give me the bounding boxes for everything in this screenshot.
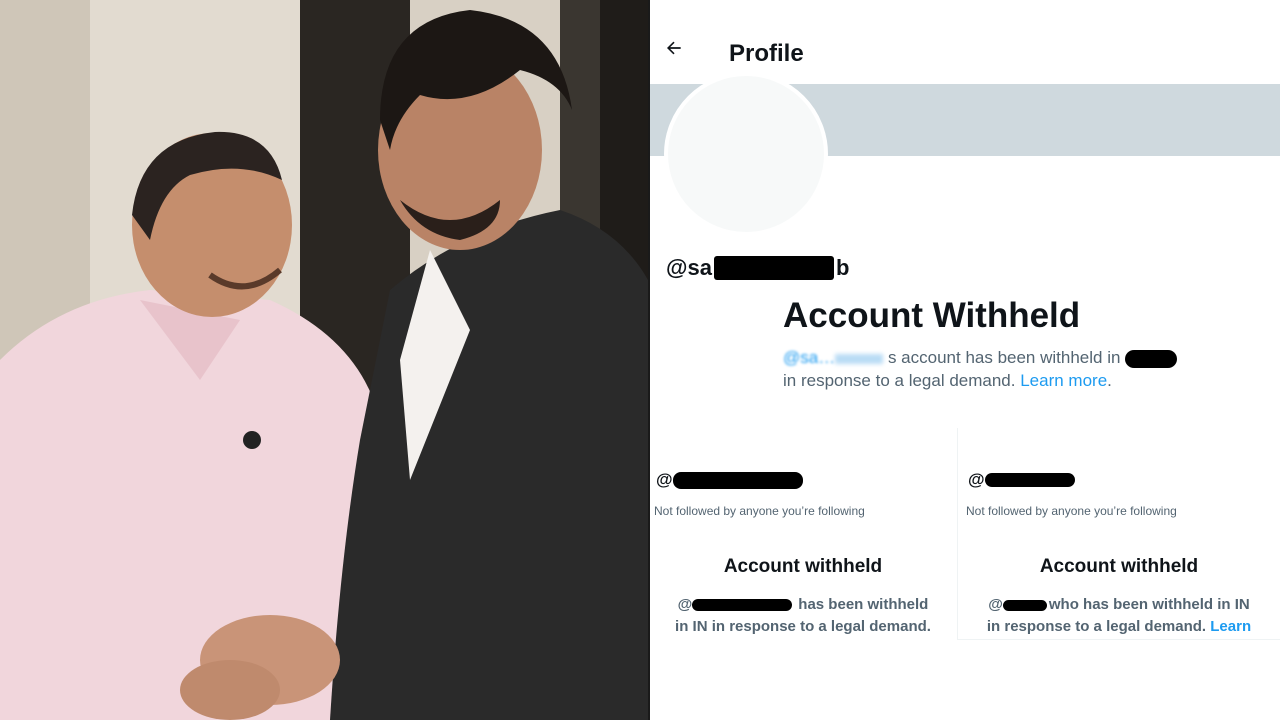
blurred-handle: @sa… — [783, 348, 836, 367]
withheld-message-part1: s account has been withheld in — [887, 348, 1121, 367]
learn-more-link[interactable]: Learn more — [1020, 371, 1107, 390]
redaction-bar — [692, 599, 793, 612]
learn-link[interactable]: Learn — [1210, 618, 1251, 635]
page-title: Profile — [729, 40, 804, 67]
card-message-line1: has been withheld — [798, 596, 929, 613]
avatar — [664, 72, 828, 236]
redaction-bar — [713, 256, 834, 280]
back-button[interactable] — [664, 38, 692, 66]
period: . — [1107, 371, 1112, 390]
photo-illustration — [0, 0, 648, 720]
withheld-message-part2: in response to a legal demand. — [783, 371, 1021, 390]
card-title: Account withheld — [1039, 556, 1199, 577]
card-message: @ who has been withheld in IN in response… — [958, 594, 1280, 638]
card-handle: @ — [656, 470, 803, 490]
withheld-message: @sa… s account has been withheld in in r… — [783, 346, 1223, 392]
withheld-account-card[interactable]: @ Not followed by anyone you’re followin… — [650, 428, 956, 640]
card-handle: @ — [968, 470, 1075, 490]
card-handle-prefix: @ — [968, 470, 985, 489]
blurred-handle-rest — [835, 353, 884, 364]
arrow-left-icon — [667, 41, 681, 55]
card-message: @ has been withheld in IN in response to … — [650, 594, 956, 638]
profile-screenshot: Profile @sa b Account Withheld @sa… s ac… — [650, 0, 1280, 720]
redaction-bar — [1125, 349, 1178, 368]
card-message-prefix: @ — [677, 596, 693, 613]
redaction-bar — [672, 471, 803, 489]
profile-handle-suffix: b — [835, 255, 850, 280]
card-title: Account withheld — [723, 556, 883, 577]
news-photo — [0, 0, 648, 720]
card-handle-prefix: @ — [656, 470, 673, 489]
card-message-prefix: @ — [988, 596, 1003, 613]
card-message-line1: who has been withheld in IN — [1048, 596, 1250, 613]
card-message-line2: in IN in response to a legal demand. — [675, 618, 931, 635]
follow-context: Not followed by anyone you’re following — [654, 504, 865, 518]
withheld-account-card[interactable]: @ Not followed by anyone you’re followin… — [957, 428, 1280, 640]
redaction-bar — [984, 473, 1075, 487]
redaction-bar — [1002, 599, 1047, 611]
follow-context: Not followed by anyone you’re following — [966, 504, 1177, 518]
profile-handle-prefix: @sa — [666, 255, 712, 280]
profile-handle: @sa b — [666, 255, 849, 281]
withheld-title: Account Withheld — [783, 296, 1081, 335]
card-message-line2: in response to a legal demand. — [986, 618, 1211, 635]
